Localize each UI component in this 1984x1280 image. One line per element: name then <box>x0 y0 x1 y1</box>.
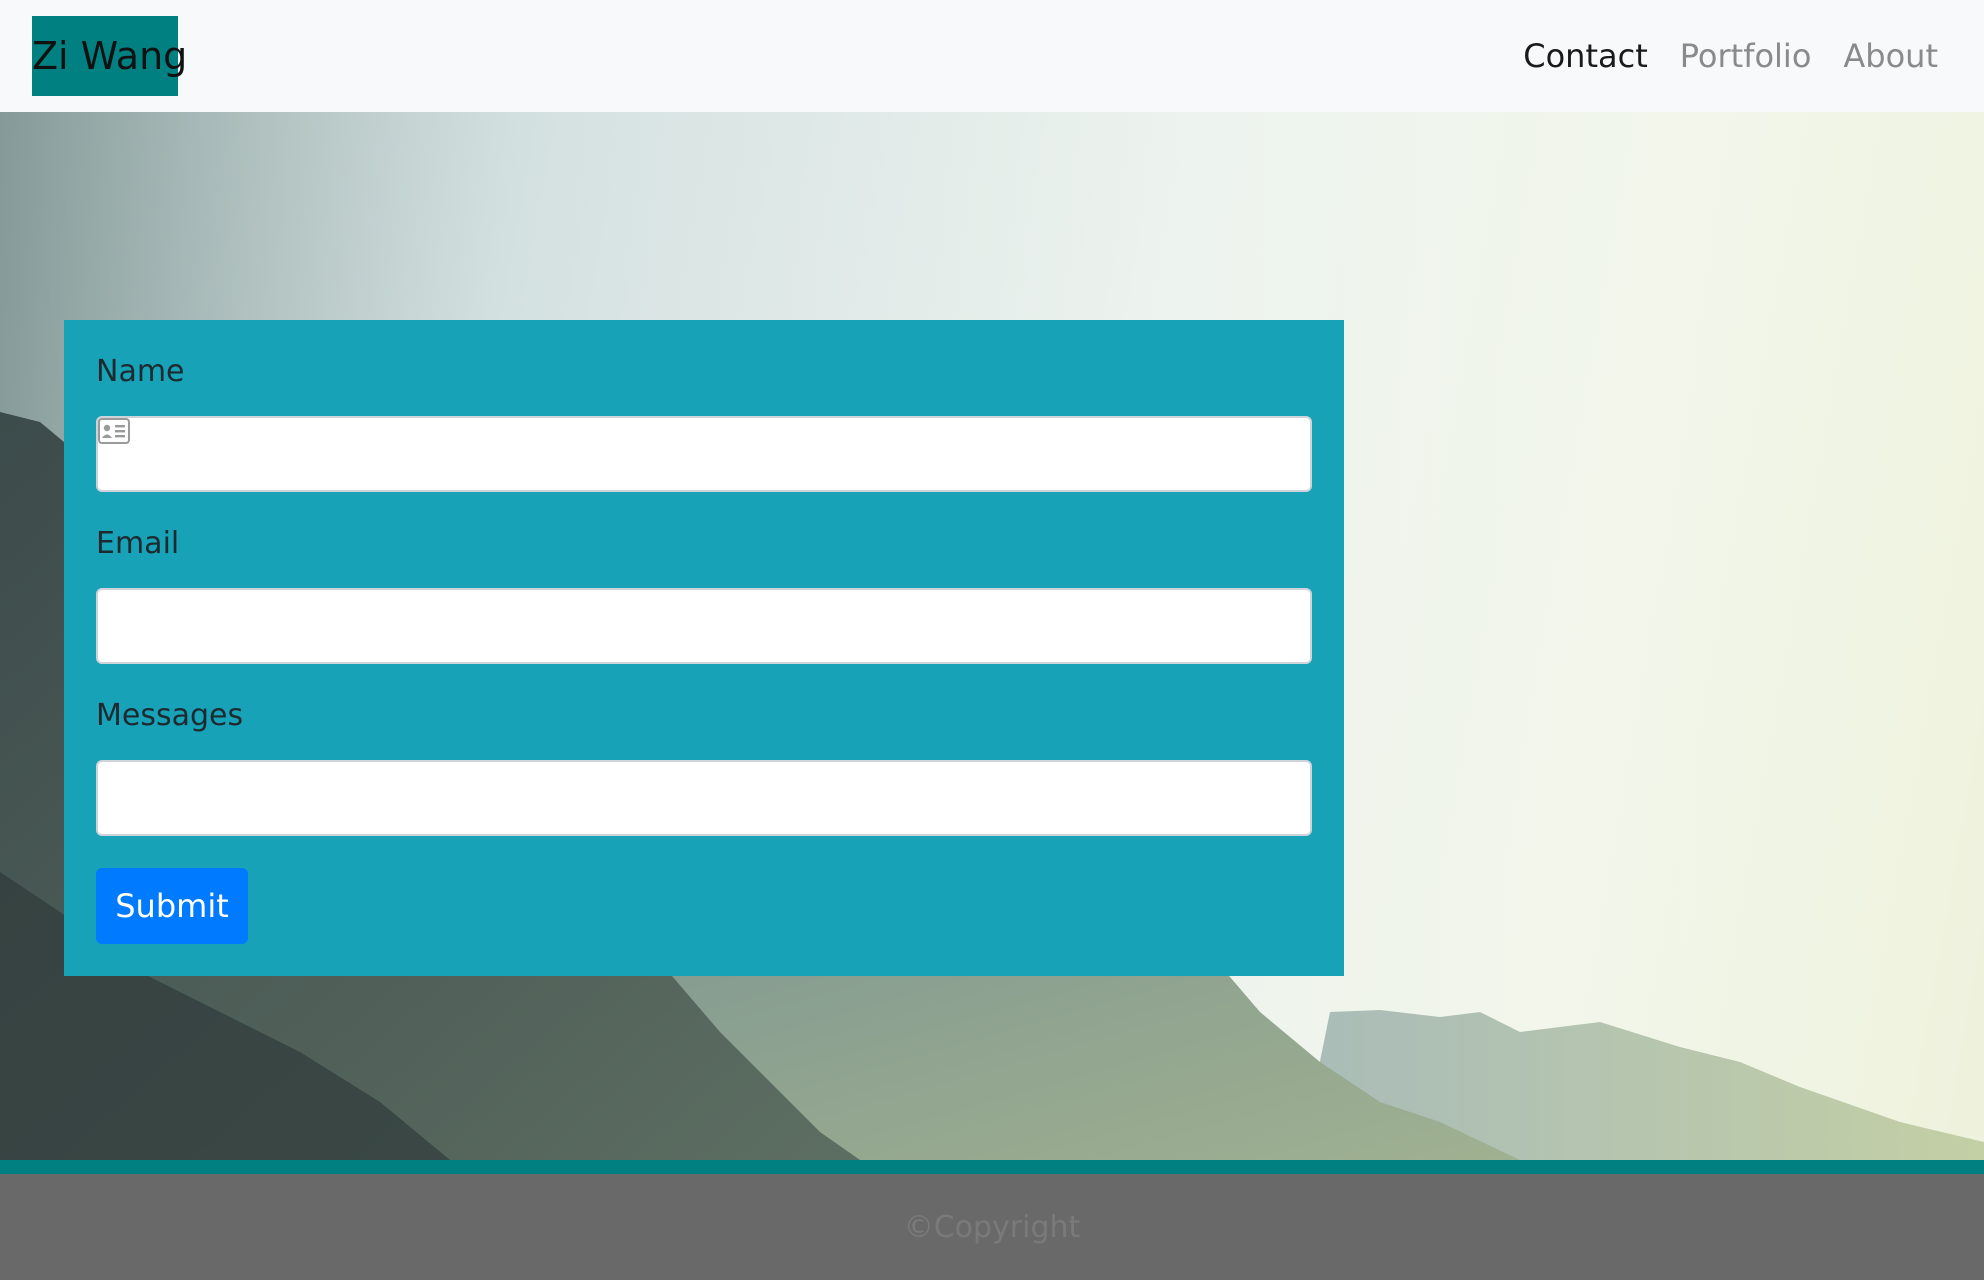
email-label: Email <box>96 526 180 561</box>
messages-label: Messages <box>96 698 244 733</box>
name-input[interactable] <box>96 416 1312 492</box>
brand-logo[interactable]: Zi Wang <box>32 16 187 96</box>
messages-input[interactable] <box>96 760 1312 836</box>
nav-link-about[interactable]: About <box>1843 37 1938 75</box>
nav-link-portfolio[interactable]: Portfolio <box>1680 37 1812 75</box>
contact-form: Name Email Messages Submit <box>64 320 1344 976</box>
nav-links: Contact Portfolio About <box>1523 0 1938 112</box>
navbar: Zi Wang Contact Portfolio About <box>0 0 1984 112</box>
footer: ©Copyright <box>0 1174 1984 1280</box>
copyright-text: ©Copyright <box>903 1209 1081 1245</box>
contact-card-icon <box>98 418 130 444</box>
submit-button[interactable]: Submit <box>96 868 248 944</box>
footer-divider <box>0 1160 1984 1174</box>
hero-background: Name Email Messages Submit <box>0 112 1984 1160</box>
email-input[interactable] <box>96 588 1312 664</box>
nav-link-contact[interactable]: Contact <box>1523 37 1648 75</box>
name-label: Name <box>96 354 185 389</box>
